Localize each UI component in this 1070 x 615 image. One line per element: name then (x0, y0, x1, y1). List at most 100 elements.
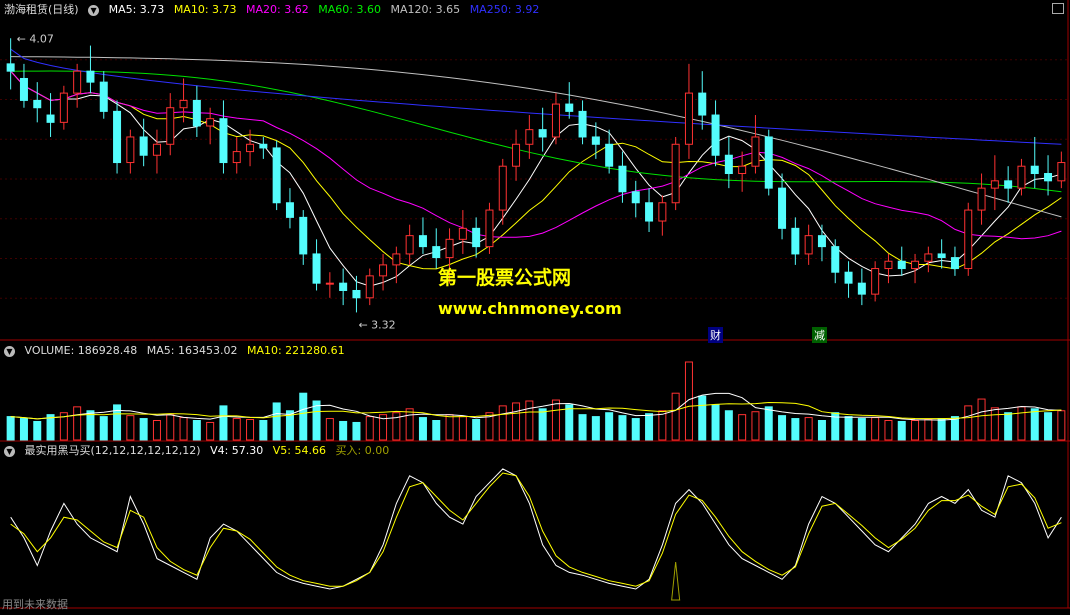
ma20-line (10, 70, 1062, 240)
candle-body (764, 136, 773, 189)
volume-bar (565, 404, 574, 441)
candle-body (551, 103, 560, 138)
candle-body (671, 143, 680, 204)
candle-body (591, 136, 600, 145)
candle-body (857, 282, 866, 295)
candle-body (498, 165, 507, 211)
volume-bar (418, 417, 427, 441)
volume-bar (139, 418, 148, 441)
volume-bar (272, 402, 281, 441)
volume-bar (698, 395, 707, 441)
volume-bar (857, 418, 866, 441)
volume-bar (126, 415, 135, 441)
candle-body (804, 235, 813, 255)
candle-body (817, 235, 826, 248)
volume-bar (844, 416, 853, 441)
candle-body (458, 227, 467, 240)
candle-body (924, 253, 933, 262)
volume-bar (990, 407, 999, 441)
event-tag-jian[interactable]: 减 (812, 327, 827, 343)
volume-bar (591, 416, 600, 441)
volume-bar (432, 420, 441, 441)
candle-body (192, 99, 201, 127)
candle-body (990, 180, 999, 189)
candle-body (139, 136, 148, 156)
candle-body (59, 92, 68, 123)
candle-body (897, 260, 906, 270)
volume-bar (964, 405, 973, 441)
volume-bar (405, 408, 414, 441)
volume-bar (259, 420, 268, 441)
candle-body (325, 282, 334, 285)
candle-body (538, 129, 547, 138)
candle-body (884, 260, 893, 270)
candle-body (605, 143, 614, 167)
volume-bar (339, 420, 348, 441)
volume-bar (871, 417, 880, 441)
volume-bar (804, 417, 813, 441)
volume-bar (472, 419, 481, 441)
volume-bar (445, 414, 454, 441)
candle-body (73, 70, 82, 94)
candle-body (937, 253, 946, 259)
v5-line (10, 472, 1062, 587)
candle-body (392, 253, 401, 266)
candle-body (950, 257, 959, 270)
candle-body (831, 246, 840, 273)
candle-body (1017, 165, 1026, 189)
candle-body (631, 191, 640, 204)
volume-bar (73, 406, 82, 441)
candle-body (1044, 173, 1053, 182)
candle-body (312, 253, 321, 284)
high-price-label: ← 4.07 (17, 32, 54, 45)
volume-bar (1030, 408, 1039, 441)
ma10-line (10, 70, 1062, 270)
volume-bar (152, 420, 161, 441)
candle-body (1030, 165, 1039, 175)
volume-bar (778, 415, 787, 441)
candle-body (911, 260, 920, 270)
candle-body (86, 70, 95, 83)
candle-body (512, 143, 521, 167)
volume-bar (631, 418, 640, 441)
candle-body (379, 264, 388, 277)
volume-bar (671, 392, 680, 441)
volume-bar (551, 399, 560, 441)
volume-bar (6, 416, 15, 441)
candle-body (232, 151, 241, 164)
volume-bar (365, 416, 374, 441)
candle-body (645, 202, 654, 222)
candle-body (578, 110, 587, 138)
candle-body (259, 143, 268, 149)
candle-body (977, 187, 986, 211)
volume-bar (1017, 406, 1026, 441)
candle-body (964, 209, 973, 270)
volume-bar (897, 420, 906, 441)
watermark-title: 第一股票公式网 (438, 267, 572, 289)
buy-signal (671, 561, 681, 601)
volume-bar (86, 410, 95, 441)
candle-body (365, 275, 374, 299)
candle-body (844, 271, 853, 284)
candle-body (871, 268, 880, 295)
low-price-label: ← 3.32 (358, 318, 395, 331)
volume-bar (618, 415, 627, 441)
candle-body (246, 143, 255, 153)
volume-bar (1004, 412, 1013, 441)
volume-bar (937, 418, 946, 441)
volume-bar (206, 421, 215, 441)
candle-body (791, 227, 800, 255)
candle-body (418, 235, 427, 248)
candle-body (445, 238, 454, 259)
volume-bar (751, 411, 760, 441)
volume-bar (924, 419, 933, 441)
watermark-url: www.chnmoney.com (438, 299, 622, 318)
volume-bar (1057, 410, 1066, 441)
candle-body (352, 289, 361, 299)
candle-body (33, 99, 42, 109)
event-tag-cai[interactable]: 财 (708, 327, 723, 343)
volume-bar (764, 406, 773, 441)
candle-body (19, 77, 28, 101)
volume-bar (884, 420, 893, 441)
candle-body (285, 202, 294, 218)
